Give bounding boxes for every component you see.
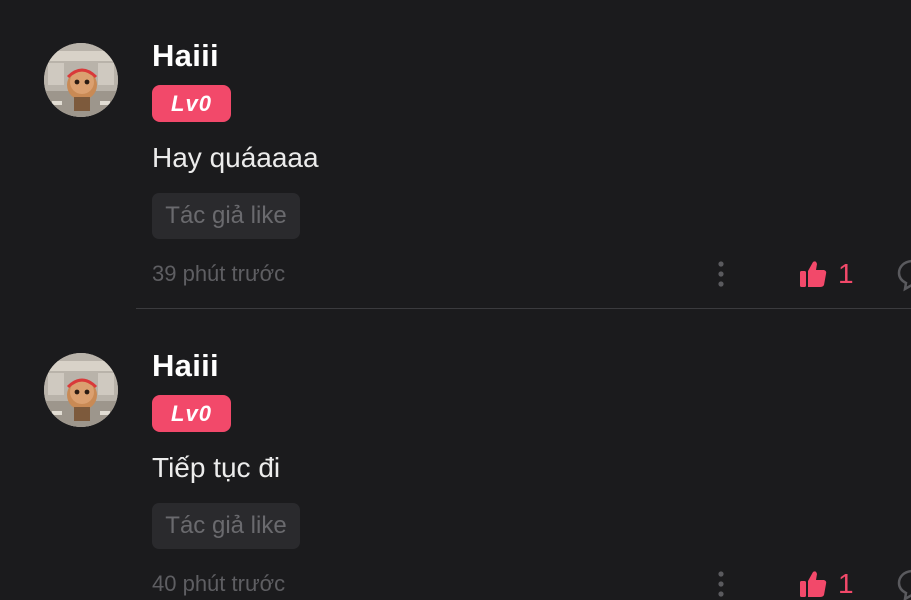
more-button[interactable]	[710, 568, 732, 600]
timestamp: 40 phút trước	[152, 571, 286, 596]
avatar[interactable]	[44, 353, 118, 427]
more-vertical-icon	[718, 571, 724, 597]
comment-list: Haiii Lv0 Hay quáaaaa Tác giả like 39 ph…	[0, 0, 911, 600]
avatar-image	[44, 43, 118, 117]
comment-text: Tiếp tục đi	[152, 452, 281, 483]
like-count: 1	[838, 568, 854, 599]
level-badge: Lv0	[152, 395, 231, 432]
comment-bubble-icon	[897, 259, 911, 292]
reply-button[interactable]	[896, 566, 911, 600]
timestamp: 39 phút trước	[152, 261, 286, 286]
thumbs-up-icon	[800, 571, 827, 597]
comment-text: Hay quáaaaa	[152, 142, 319, 173]
like-button[interactable]: 1	[798, 566, 854, 600]
author-like-tag: Tác giả like	[152, 503, 300, 549]
reply-button[interactable]	[896, 256, 911, 292]
avatar[interactable]	[44, 43, 118, 117]
author-like-tag: Tác giả like	[152, 193, 300, 239]
like-button[interactable]: 1	[798, 256, 854, 292]
level-badge: Lv0	[152, 85, 231, 122]
comment-item: Haiii Lv0 Hay quáaaaa Tác giả like 39 ph…	[0, 0, 911, 310]
more-button[interactable]	[710, 258, 732, 292]
like-count: 1	[838, 258, 854, 289]
username[interactable]: Haiii	[152, 38, 219, 74]
comment-bubble-icon	[897, 569, 911, 600]
divider	[136, 308, 911, 309]
thumbs-up-icon	[800, 261, 827, 287]
username[interactable]: Haiii	[152, 348, 219, 384]
avatar-image	[44, 353, 118, 427]
more-vertical-icon	[718, 261, 724, 287]
comment-item: Haiii Lv0 Tiếp tục đi Tác giả like 40 ph…	[0, 310, 911, 600]
